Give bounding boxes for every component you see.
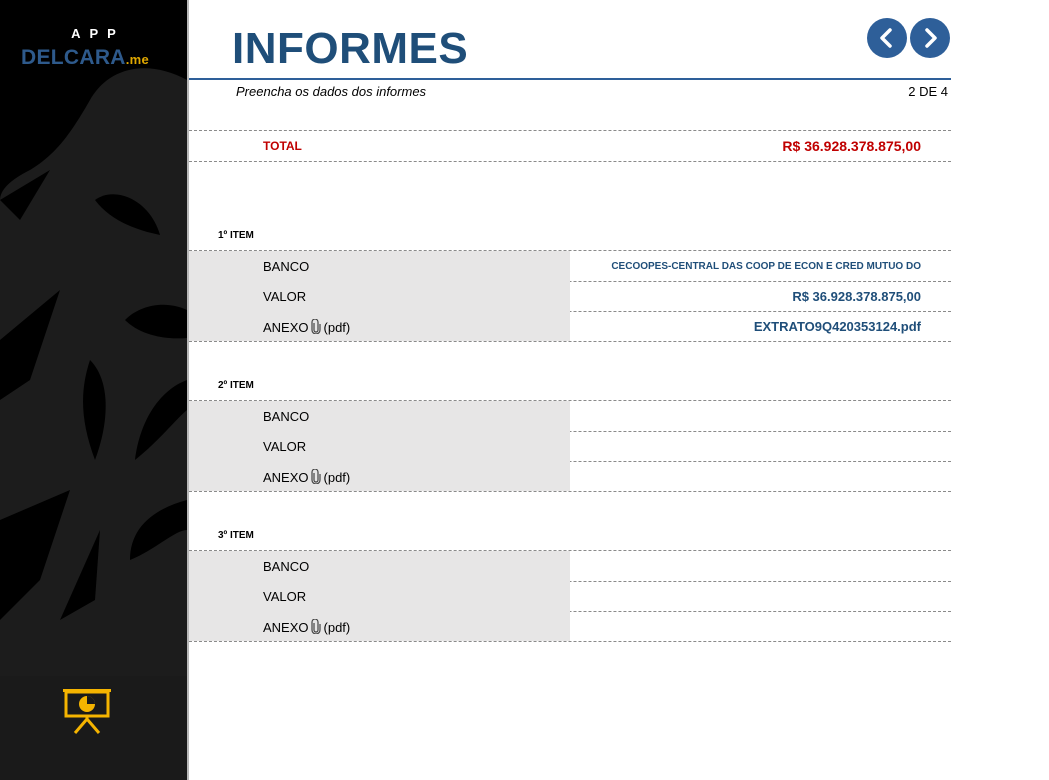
presentation-chart-icon[interactable]	[61, 685, 113, 737]
valor-row[interactable]: VALOR	[189, 581, 951, 612]
anexo-label-group: ANEXO (pdf)	[263, 319, 350, 335]
valor-label-cell: VALOR	[189, 431, 570, 461]
brand-suffix: .me	[125, 52, 150, 67]
item-title: 1º ITEM	[218, 230, 254, 241]
valor-value[interactable]: R$ 36.928.378.875,00	[792, 289, 921, 304]
banco-value[interactable]: CECOOPES-CENTRAL DAS COOP DE ECON E CRED…	[611, 261, 921, 272]
page-subtitle: Preencha os dados dos informes	[236, 84, 427, 99]
item-title: 2º ITEM	[218, 380, 254, 391]
lion-background-icon	[0, 68, 187, 680]
valor-row[interactable]: VALOR	[189, 431, 951, 462]
total-row: TOTAL R$ 36.928.378.875,00	[189, 130, 951, 162]
banco-row[interactable]: BANCO	[189, 550, 951, 582]
total-value: R$ 36.928.378.875,00	[782, 138, 921, 154]
previous-page-button[interactable]	[867, 18, 907, 58]
paperclip-icon	[310, 619, 321, 634]
valor-label: VALOR	[263, 589, 307, 604]
anexo-suffix: (pdf)	[323, 620, 351, 635]
anexo-row[interactable]: ANEXO (pdf) EXTRATO9Q420353124.pdf	[189, 311, 951, 342]
anexo-label-group: ANEXO (pdf)	[263, 619, 350, 635]
total-label: TOTAL	[263, 139, 302, 153]
banco-row[interactable]: BANCO CECOOPES-CENTRAL DAS COOP DE ECON …	[189, 250, 951, 282]
valor-row[interactable]: VALOR R$ 36.928.378.875,00	[189, 281, 951, 312]
valor-label: VALOR	[263, 289, 307, 304]
header-divider	[189, 78, 951, 80]
valor-label-cell: VALOR	[189, 581, 570, 611]
brand-logo: DELCARA.me	[21, 46, 149, 70]
page-title: INFORMES	[232, 24, 469, 73]
sidebar: APP DELCARA.me	[0, 0, 187, 780]
anexo-suffix: (pdf)	[323, 320, 351, 335]
banco-label-cell: BANCO	[189, 551, 570, 581]
anexo-label: ANEXO	[263, 470, 309, 485]
brand-app-label: APP	[71, 26, 125, 41]
anexo-row[interactable]: ANEXO (pdf)	[189, 461, 951, 492]
sidebar-divider	[187, 0, 189, 780]
banco-label-cell: BANCO	[189, 401, 570, 431]
banco-label-cell: BANCO	[189, 251, 570, 281]
chevron-right-icon	[925, 28, 937, 48]
paperclip-icon	[310, 469, 321, 484]
anexo-label: ANEXO	[263, 620, 309, 635]
anexo-label: ANEXO	[263, 320, 309, 335]
chevron-left-icon	[880, 28, 892, 48]
paperclip-icon	[310, 319, 321, 334]
next-page-button[interactable]	[910, 18, 950, 58]
banco-label: BANCO	[263, 409, 310, 424]
brand-name: DELCARA	[21, 46, 126, 69]
anexo-value[interactable]: EXTRATO9Q420353124.pdf	[754, 319, 921, 334]
anexo-label-cell: ANEXO (pdf)	[189, 311, 570, 341]
anexo-row[interactable]: ANEXO (pdf)	[189, 611, 951, 642]
page-indicator: 2 DE 4	[908, 84, 948, 99]
banco-row[interactable]: BANCO	[189, 400, 951, 432]
item-title: 3º ITEM	[218, 530, 254, 541]
valor-label-cell: VALOR	[189, 281, 570, 311]
banco-label: BANCO	[263, 559, 310, 574]
banco-label: BANCO	[263, 259, 310, 274]
anexo-label-cell: ANEXO (pdf)	[189, 461, 570, 491]
anexo-label-group: ANEXO (pdf)	[263, 469, 350, 485]
valor-label: VALOR	[263, 439, 307, 454]
anexo-suffix: (pdf)	[323, 470, 351, 485]
anexo-label-cell: ANEXO (pdf)	[189, 611, 570, 641]
